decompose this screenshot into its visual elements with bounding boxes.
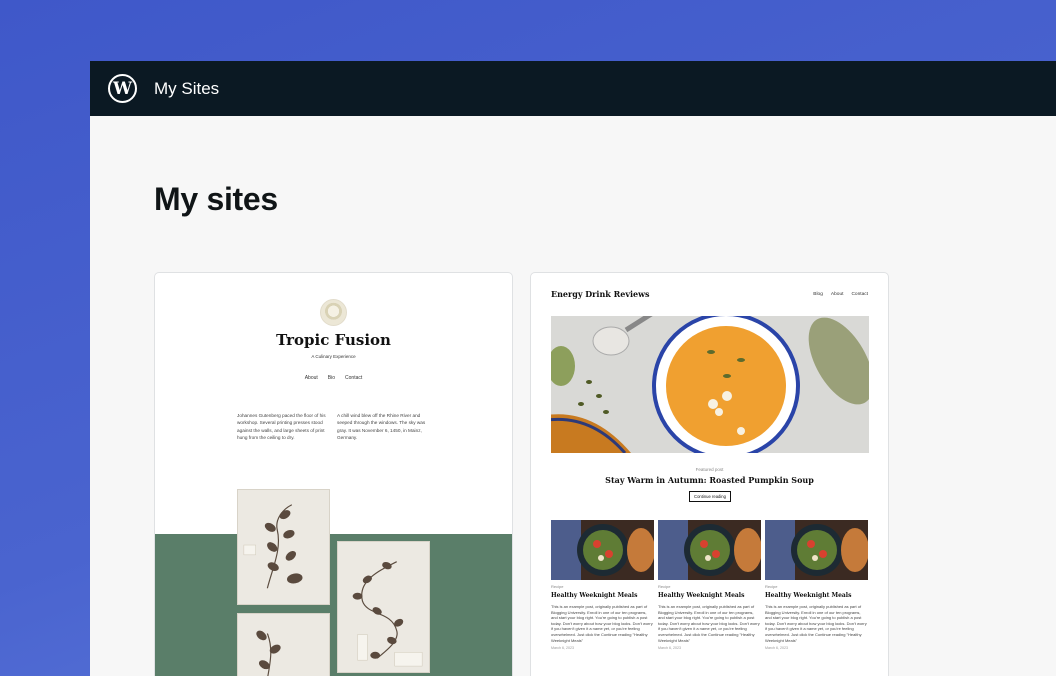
botanical-specimen-image (237, 613, 330, 676)
post-excerpt: This is an example post, originally publ… (765, 604, 867, 643)
hero-image-pumpkin-soup (551, 316, 869, 453)
botanical-specimen-image (237, 489, 330, 605)
post-title: Healthy Weeknight Meals (765, 592, 852, 599)
post-thumbnail-image (658, 520, 761, 580)
nav-item: Bio (327, 375, 336, 381)
post-title: Healthy Weeknight Meals (658, 592, 745, 599)
site-logo-icon (320, 299, 347, 326)
featured-post-title: Stay Warm in Autumn: Roasted Pumpkin Sou… (605, 475, 814, 485)
topbar-title: My Sites (154, 78, 220, 98)
site-preview-title: Tropic Fusion (276, 331, 391, 349)
post-category: Recipe (765, 584, 778, 589)
preview-paragraph: Johannes Gutenberg paced the floor of hi… (237, 413, 326, 441)
continue-reading-button: Continue reading (689, 491, 731, 502)
botanical-specimen-image (337, 541, 430, 673)
app-window: W My Sites My sites Tropic Fusion A Culi… (90, 61, 1056, 676)
post-excerpt: This is an example post, originally publ… (658, 604, 760, 643)
nav-item: About (830, 292, 844, 297)
site-card-energy-drink-reviews[interactable]: Energy Drink Reviews Blog About Contact (530, 272, 889, 676)
post-card: Recipe Healthy Weeknight Meals This is a… (765, 520, 868, 650)
post-card: Recipe Healthy Weeknight Meals This is a… (551, 520, 654, 650)
post-date: March 6, 2023 (765, 646, 788, 651)
post-thumbnail-image (765, 520, 868, 580)
wordpress-logo-icon[interactable]: W (108, 74, 137, 103)
post-thumbnail-image (551, 520, 654, 580)
featured-label: Featured post (695, 467, 724, 472)
site-preview-title: Energy Drink Reviews (551, 289, 650, 299)
page-title: My sites (154, 181, 278, 217)
post-card: Recipe Healthy Weeknight Meals This is a… (658, 520, 761, 650)
site-card-tropic-fusion[interactable]: Tropic Fusion A Culinary Experience Abou… (154, 272, 513, 676)
post-date: March 6, 2023 (658, 646, 681, 651)
top-bar: W My Sites (90, 61, 1056, 116)
green-band (155, 534, 512, 676)
site-preview-nav: About Bio Contact (155, 375, 512, 381)
post-title: Healthy Weeknight Meals (551, 592, 638, 599)
nav-item: About (304, 375, 318, 381)
post-excerpt: This is an example post, originally publ… (551, 604, 653, 643)
nav-item: Blog (813, 292, 823, 297)
site-preview-tagline: A Culinary Experience (311, 354, 356, 359)
nav-item: Contact (345, 375, 363, 381)
site-preview-nav: Blog About Contact (813, 292, 868, 297)
post-category: Recipe (551, 584, 564, 589)
nav-item: Contact (851, 292, 868, 297)
post-date: March 6, 2023 (551, 646, 574, 651)
post-category: Recipe (658, 584, 671, 589)
preview-paragraph: A chill wind blew off the Rhine River an… (337, 413, 426, 441)
